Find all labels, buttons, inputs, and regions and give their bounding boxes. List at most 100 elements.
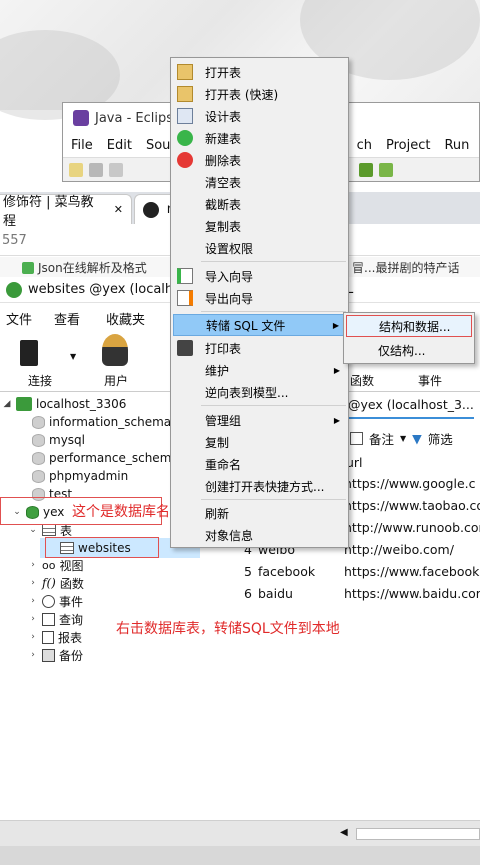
eclipse-title: Java - Eclipse bbox=[95, 110, 182, 126]
chevron-down-icon[interactable]: ⌄ bbox=[28, 525, 38, 535]
tree-db-performance-schema[interactable]: performance_schem bbox=[32, 449, 171, 467]
menu-manage-group[interactable]: 管理组 ▶ bbox=[173, 409, 346, 431]
pencil-icon bbox=[177, 108, 193, 124]
menu-open-table[interactable]: 打开表 bbox=[173, 61, 346, 83]
menu-separator bbox=[201, 261, 346, 262]
tree-db-information-schema[interactable]: information_schema bbox=[32, 413, 171, 431]
chevron-right-icon[interactable]: › bbox=[28, 650, 38, 660]
debug-icon[interactable] bbox=[359, 162, 373, 177]
tree-db-mysql[interactable]: mysql bbox=[32, 431, 85, 449]
delete-icon bbox=[177, 152, 193, 168]
tree-queries[interactable]: › 查询 bbox=[28, 610, 83, 628]
user-button[interactable]: 用户 bbox=[96, 332, 136, 390]
tree-functions[interactable]: › f() 函数 bbox=[28, 574, 84, 592]
menu-structure-and-data[interactable]: 结构和数据... bbox=[346, 315, 472, 337]
chevron-right-icon[interactable]: › bbox=[28, 560, 38, 570]
menu-new-table[interactable]: 新建表 bbox=[173, 127, 346, 149]
save-icon[interactable] bbox=[89, 162, 103, 177]
eclipse-app-icon bbox=[73, 110, 89, 126]
menu-object-info[interactable]: 对象信息 bbox=[173, 524, 346, 546]
menu-dump-sql-file[interactable]: 转储 SQL 文件 ▶ bbox=[173, 314, 346, 336]
close-icon[interactable]: ✕ bbox=[114, 203, 123, 216]
connect-button[interactable]: ▼ 连接 bbox=[18, 332, 78, 390]
menu-structure-only[interactable]: 仅结构... bbox=[346, 339, 472, 361]
tree-events[interactable]: › 事件 bbox=[28, 592, 83, 610]
table-group-icon bbox=[42, 524, 56, 536]
menu-set-permissions[interactable]: 设置权限 bbox=[173, 237, 346, 259]
bookmark-json[interactable]: Json在线解析及格式 bbox=[22, 259, 147, 276]
tree-reports[interactable]: › 报表 bbox=[28, 628, 82, 646]
eclipse-menu-edit[interactable]: Edit bbox=[107, 138, 132, 153]
navicat-menu-file[interactable]: 文件 bbox=[6, 309, 32, 328]
chevron-right-icon[interactable]: › bbox=[28, 596, 38, 606]
menu-maintain[interactable]: 维护 ▶ bbox=[173, 359, 346, 381]
navicat-menu-favorites[interactable]: 收藏夹 bbox=[106, 309, 145, 328]
printer-icon bbox=[177, 340, 193, 356]
save-all-icon[interactable] bbox=[109, 162, 123, 177]
database-icon bbox=[32, 451, 45, 465]
browser-tab-title: 修饰符 | 菜鸟教程 bbox=[3, 194, 94, 229]
table-row[interactable]: 6 baidu https://www.baidu.com/ bbox=[200, 582, 480, 604]
backup-icon bbox=[42, 648, 55, 662]
menu-import-wizard[interactable]: 导入向导 bbox=[173, 265, 346, 287]
eclipse-menu-file[interactable]: File bbox=[71, 138, 93, 153]
eclipse-menu-search[interactable]: ch bbox=[357, 138, 372, 153]
external-tools-icon[interactable] bbox=[379, 162, 393, 177]
note-button[interactable]: 备注 bbox=[369, 429, 394, 448]
menu-refresh[interactable]: 刷新 bbox=[173, 502, 346, 524]
menu-delete-table[interactable]: 删除表 bbox=[173, 149, 346, 171]
import-icon bbox=[177, 268, 193, 284]
chevron-right-icon[interactable]: › bbox=[28, 614, 38, 624]
menu-rename[interactable]: 重命名 bbox=[173, 453, 346, 475]
chevron-right-icon[interactable]: › bbox=[28, 632, 38, 642]
folder-open-icon bbox=[177, 86, 193, 102]
object-tab[interactable]: @yex (localhost_3... bbox=[348, 397, 474, 419]
scroll-left-icon[interactable]: ◀ bbox=[340, 827, 348, 838]
chevron-right-icon[interactable]: › bbox=[28, 578, 38, 588]
function-button[interactable]: 函数 bbox=[350, 372, 374, 389]
navicat-title: websites @yex (localhost bbox=[28, 282, 193, 297]
menu-design-table[interactable]: 设计表 bbox=[173, 105, 346, 127]
chevron-down-icon: ▼ bbox=[70, 352, 77, 361]
navicat-menu-view[interactable]: 查看 bbox=[54, 309, 80, 328]
add-icon bbox=[177, 130, 193, 146]
tree-connection[interactable]: ◢ localhost_3306 bbox=[2, 395, 126, 413]
menu-open-table-fast[interactable]: 打开表 (快速) bbox=[173, 83, 346, 105]
menu-truncate-table[interactable]: 截断表 bbox=[173, 193, 346, 215]
plug-icon bbox=[20, 340, 38, 366]
object-toolbar: 备注 ▼ ▼ 筛选 bbox=[350, 427, 453, 449]
view-icon: oo bbox=[42, 558, 56, 572]
query-icon bbox=[42, 612, 55, 626]
menu-create-shortcut[interactable]: 创建打开表快捷方式... bbox=[173, 475, 346, 497]
user-icon bbox=[102, 334, 128, 366]
filter-button[interactable]: 筛选 bbox=[428, 429, 453, 448]
status-bar: ◀ bbox=[0, 820, 480, 846]
tree-backups[interactable]: › 备份 bbox=[28, 646, 83, 664]
table-row[interactable]: 5 facebook https://www.facebook.c bbox=[200, 560, 480, 582]
event-button[interactable]: 事件 bbox=[418, 372, 442, 389]
menu-export-wizard[interactable]: 导出向导 bbox=[173, 287, 346, 309]
tree-db-phpmyadmin[interactable]: phpmyadmin bbox=[32, 467, 128, 485]
eclipse-menu-run[interactable]: Run bbox=[444, 138, 469, 153]
chevron-right-icon: ▶ bbox=[332, 320, 339, 330]
browser-tab-runoob[interactable]: 修饰符 | 菜鸟教程 ✕ bbox=[0, 194, 132, 229]
tree-views[interactable]: › oo 视图 bbox=[28, 556, 83, 574]
menu-reverse-to-model[interactable]: 逆向表到模型... bbox=[173, 381, 346, 403]
menu-copy-table[interactable]: 复制表 bbox=[173, 215, 346, 237]
chevron-down-icon[interactable]: ◢ bbox=[2, 399, 12, 409]
taskbar-strip bbox=[0, 846, 480, 865]
horizontal-scrollbar[interactable] bbox=[356, 828, 480, 840]
github-icon bbox=[143, 201, 159, 218]
report-icon bbox=[42, 630, 54, 644]
menu-separator bbox=[201, 311, 346, 312]
menu-empty-table[interactable]: 清空表 bbox=[173, 171, 346, 193]
eclipse-menu-project[interactable]: Project bbox=[386, 138, 430, 153]
new-file-icon[interactable] bbox=[69, 162, 83, 177]
menu-print-table[interactable]: 打印表 bbox=[173, 337, 346, 359]
menu-copy[interactable]: 复制 bbox=[173, 431, 346, 453]
note-icon bbox=[350, 431, 363, 445]
clock-icon bbox=[42, 594, 55, 608]
bookmark-other[interactable]: 冒...最拼剧的特产话 bbox=[352, 259, 459, 276]
chevron-right-icon: ▶ bbox=[333, 415, 340, 425]
export-icon bbox=[177, 290, 193, 306]
